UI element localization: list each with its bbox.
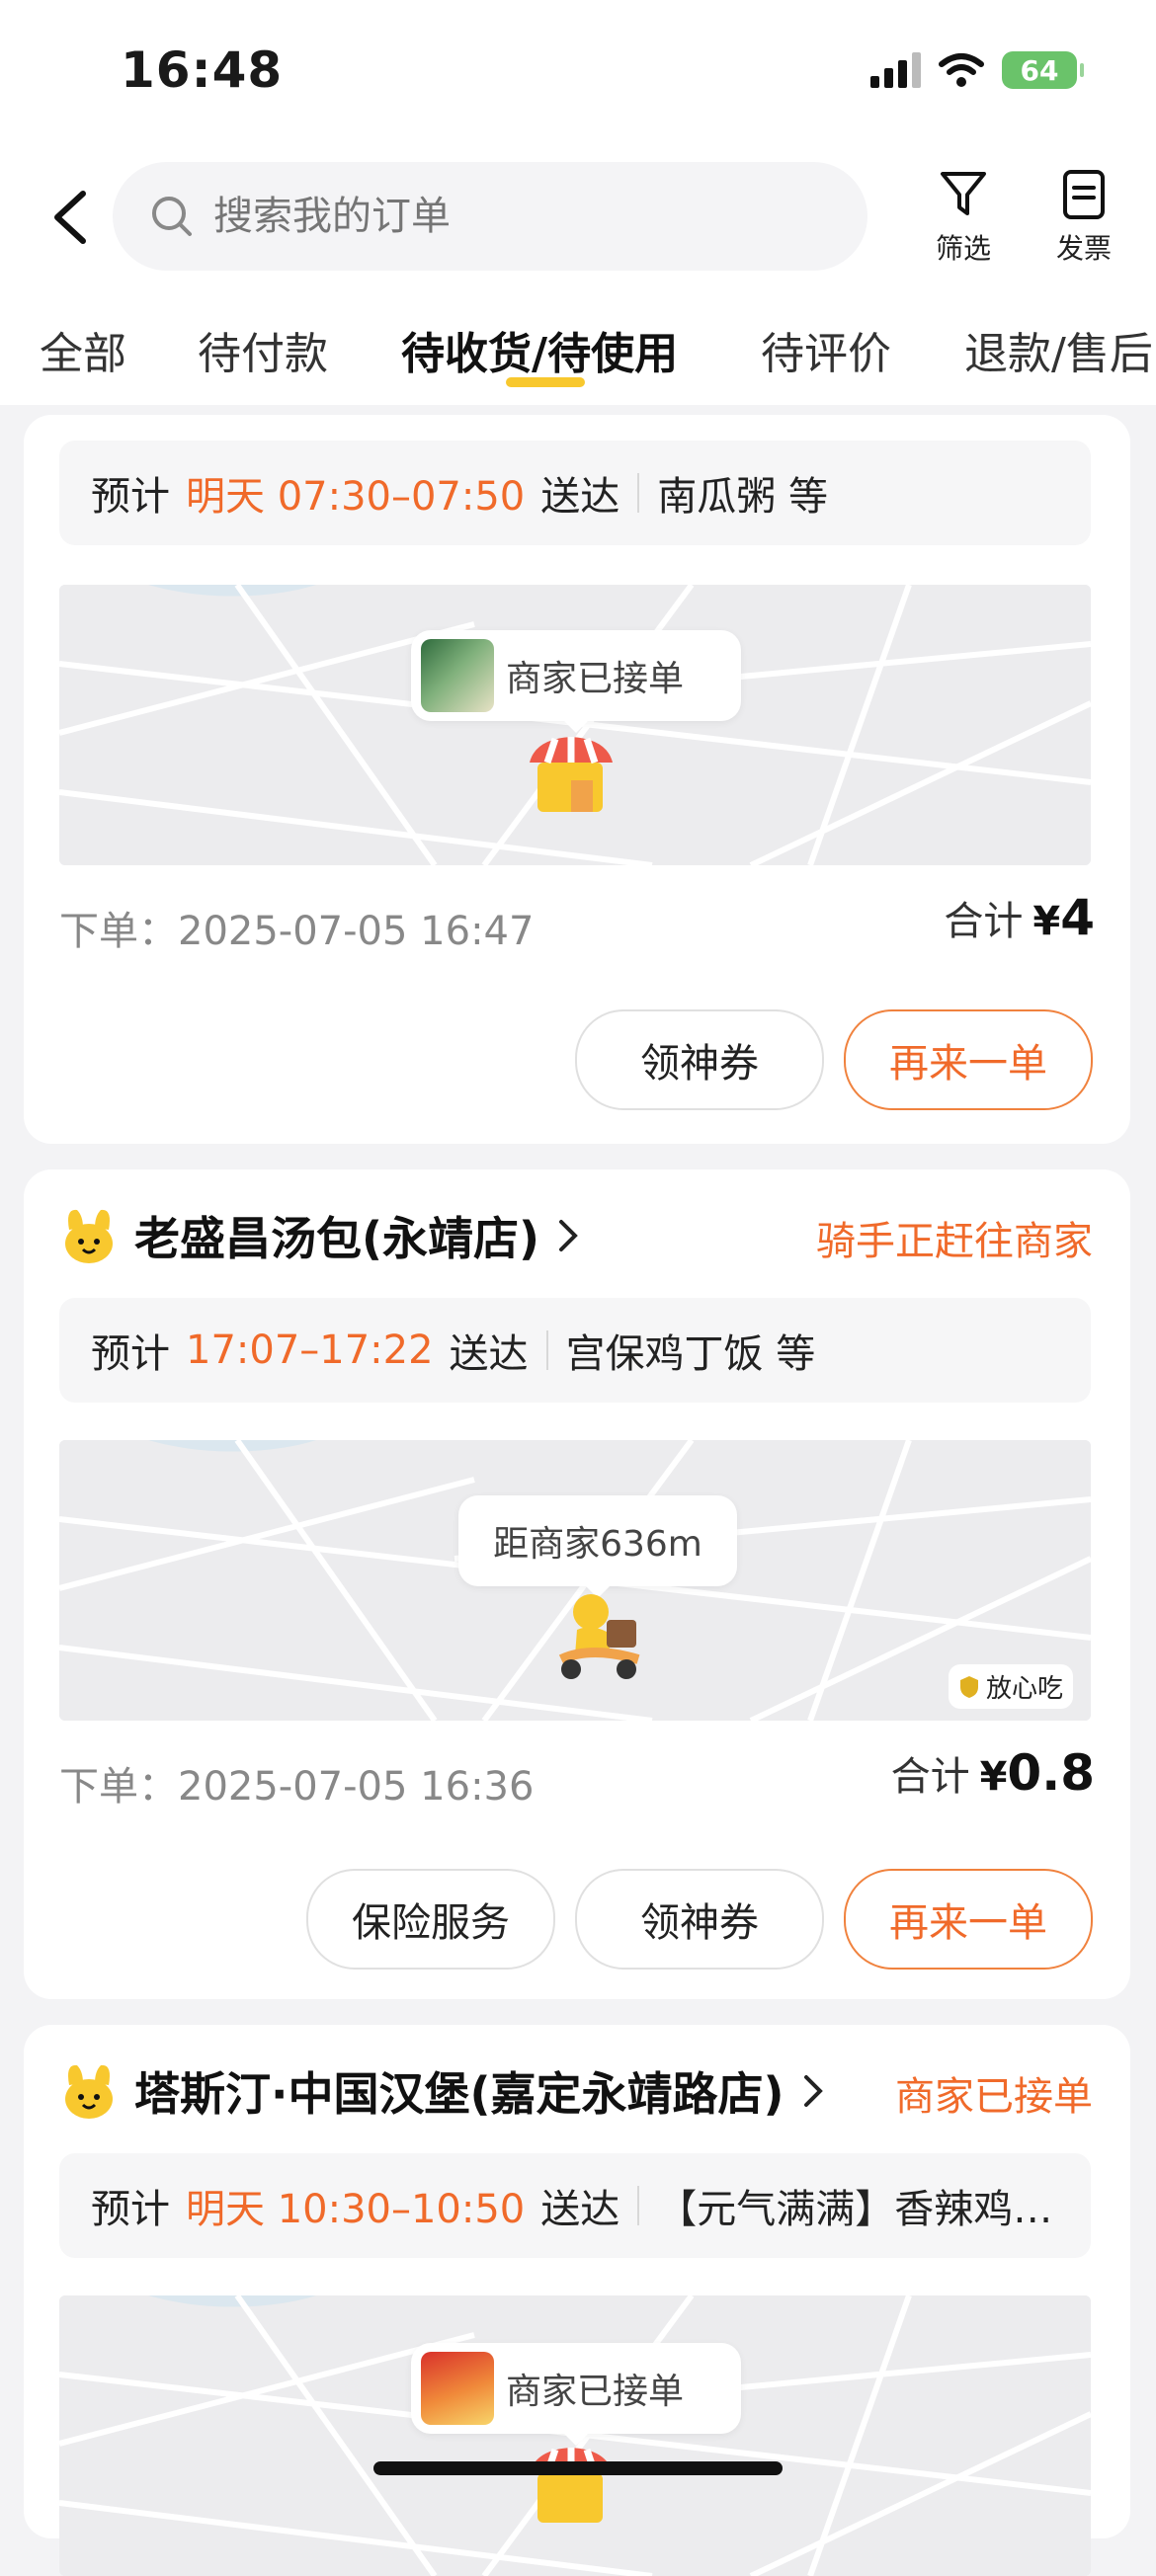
order-status: 骑手正赶往商家 — [816, 1219, 1093, 1264]
reorder-button[interactable]: 再来一单 — [844, 1009, 1093, 1110]
map-status-bubble: 商家已接单 — [411, 630, 741, 733]
order-card-1[interactable]: 预计 明天 07:30–07:50 送达 南瓜粥 等 商家已接单 下单：2025… — [24, 415, 1130, 1144]
filter-button[interactable]: 筛选 — [919, 168, 1008, 267]
battery-icon: 64 — [1002, 51, 1084, 89]
order-card-2[interactable]: 老盛昌汤包(永靖店) 骑手正赶往商家 预计 17:07–17:22 送达 宫保鸡… — [24, 1169, 1130, 1999]
eta-suffix: 送达 — [449, 1331, 529, 1377]
top-header: 16:48 64 筛选 发票 全部 待付 — [0, 0, 1156, 405]
eta-prefix: 预计 — [91, 474, 170, 520]
order-time: 下单：2025-07-05 16:36 — [59, 1764, 535, 1810]
eta-suffix: 送达 — [540, 474, 620, 520]
invoice-icon — [1063, 170, 1105, 219]
total-label: 合计 — [890, 1754, 970, 1800]
order-time: 下单：2025-07-05 16:47 — [59, 909, 535, 954]
order-total: 合计 ¥0.8 — [891, 1744, 1095, 1802]
delivery-map[interactable]: 距商家636m 放心吃 — [59, 1440, 1091, 1721]
bubble-text: 距商家636m — [493, 1524, 702, 1565]
reorder-button[interactable]: 再来一单 — [844, 1869, 1093, 1970]
safe-food-label: 放心吃 — [985, 1674, 1063, 1704]
search-icon — [152, 197, 192, 236]
eta-suffix: 送达 — [540, 2187, 620, 2232]
rider-icon — [558, 1594, 640, 1679]
order-tabs: 全部 待付款 待收货/待使用 待评价 退款/售后 — [0, 308, 1156, 387]
store-name[interactable]: 塔斯汀·中国汉堡(嘉定永靖路店) — [134, 2058, 784, 2124]
store-thumbnail — [421, 639, 494, 712]
delivery-map[interactable]: 商家已接单 — [59, 585, 1091, 865]
status-icons: 64 — [870, 51, 1084, 89]
delivery-info: 预计 明天 10:30–10:50 送达 【元气满满】香辣鸡… — [59, 2153, 1091, 2258]
map-status-bubble: 距商家636m — [458, 1495, 737, 1598]
total-label: 合计 — [944, 899, 1024, 944]
map-status-bubble: 商家已接单 — [411, 2343, 741, 2446]
tab-refund[interactable]: 退款/售后 — [964, 318, 1153, 381]
delivery-info: 预计 明天 07:30–07:50 送达 南瓜粥 等 — [59, 441, 1091, 545]
invoice-button[interactable]: 发票 — [1039, 168, 1128, 267]
merchant-mascot-icon — [65, 1209, 113, 1263]
back-arrow-icon[interactable] — [47, 188, 93, 247]
tab-all[interactable]: 全部 — [40, 318, 126, 381]
filter-label: 筛选 — [935, 232, 991, 265]
get-coupon-button[interactable]: 领神券 — [575, 1869, 824, 1970]
cellular-signal-icon — [870, 52, 921, 88]
order-total: 合计 ¥4 — [944, 889, 1095, 946]
eta-time: 17:07–17:22 — [186, 1328, 434, 1373]
battery-level: 64 — [1020, 53, 1059, 87]
order-items: 南瓜粥 等 — [657, 474, 828, 520]
store-icon — [530, 737, 613, 812]
invoice-label: 发票 — [1055, 232, 1112, 265]
bubble-text: 商家已接单 — [506, 2372, 685, 2412]
order-items: 【元气满满】香辣鸡… — [657, 2187, 1053, 2232]
order-status: 商家已接单 — [895, 2074, 1093, 2120]
chevron-right-icon — [559, 1220, 578, 1251]
delivery-map[interactable]: 商家已接单 — [59, 2295, 1091, 2576]
safe-food-badge: 放心吃 — [948, 1664, 1073, 1709]
store-header[interactable]: 塔斯汀·中国汉堡(嘉定永靖路店) — [61, 2058, 824, 2124]
eta-time: 明天 10:30–10:50 — [186, 2187, 526, 2232]
shield-icon — [959, 1675, 978, 1698]
insurance-service-button[interactable]: 保险服务 — [306, 1869, 555, 1970]
total-amount: 4 — [1060, 889, 1095, 946]
tab-pending-payment[interactable]: 待付款 — [198, 318, 328, 381]
tab-to-review[interactable]: 待评价 — [761, 318, 891, 381]
search-bar[interactable] — [113, 162, 867, 271]
search-input[interactable] — [211, 193, 808, 240]
total-amount: 0.8 — [1007, 1744, 1095, 1802]
tab-indicator — [506, 377, 585, 387]
chevron-right-icon — [803, 2075, 823, 2107]
store-icon — [530, 2448, 613, 2523]
delivery-info: 预计 17:07–17:22 送达 宫保鸡丁饭 等 — [59, 1298, 1091, 1403]
divider — [637, 2186, 640, 2225]
store-thumbnail — [421, 2352, 494, 2425]
eta-prefix: 预计 — [91, 1331, 170, 1377]
divider — [545, 1330, 548, 1370]
merchant-mascot-icon — [65, 2064, 113, 2119]
eta-time: 明天 07:30–07:50 — [186, 474, 526, 520]
order-items: 宫保鸡丁饭 等 — [565, 1331, 816, 1377]
currency-symbol: ¥ — [1032, 899, 1061, 944]
eta-prefix: 预计 — [91, 2187, 170, 2232]
store-name[interactable]: 老盛昌汤包(永靖店) — [134, 1203, 539, 1268]
currency-symbol: ¥ — [979, 1754, 1008, 1800]
store-header[interactable]: 老盛昌汤包(永靖店) — [61, 1203, 579, 1268]
wifi-icon — [939, 53, 984, 87]
tab-to-receive[interactable]: 待收货/待使用 — [401, 318, 678, 381]
get-coupon-button[interactable]: 领神券 — [575, 1009, 824, 1110]
filter-icon — [941, 172, 986, 215]
divider — [637, 473, 640, 513]
home-indicator[interactable] — [373, 2461, 783, 2475]
status-time: 16:48 — [121, 41, 284, 99]
bubble-text: 商家已接单 — [506, 659, 685, 699]
